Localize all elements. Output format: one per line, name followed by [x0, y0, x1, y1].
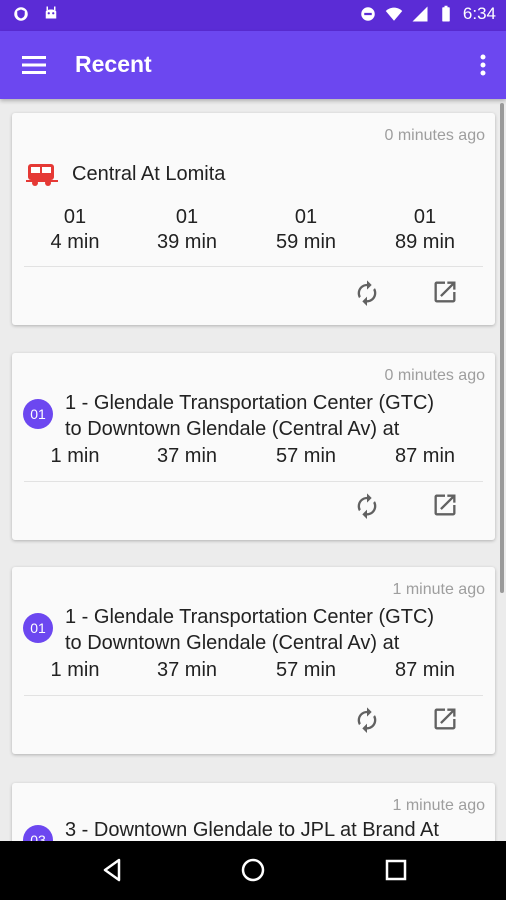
route-title-line2: to Downtown Glendale (Central Av) at — [65, 418, 400, 440]
navigation-bar — [0, 841, 506, 900]
stop-card[interactable]: 0 minutes ago Central At Lomita 01 4 min… — [12, 113, 495, 325]
battery-icon — [442, 5, 450, 22]
route-title-line1: 1 - Glendale Transportation Center (GTC) — [65, 392, 435, 414]
arrival-row: 01 4 min 01 39 min 01 59 min 01 89 min — [12, 205, 495, 259]
more-options-icon[interactable] — [476, 51, 490, 79]
route-title-line2: to Downtown Glendale (Central Av) at — [65, 632, 400, 654]
route-card[interactable]: 1 minute ago 01 1 - Glendale Transportat… — [12, 567, 495, 754]
arrival-row: 1 min 37 min 57 min 87 min — [12, 658, 495, 712]
stop-name: Central At Lomita — [72, 163, 226, 185]
divider — [24, 695, 483, 696]
arrival-row: 1 min 37 min 57 min 87 min — [12, 444, 495, 498]
arrival-item: 01 4 min — [25, 205, 125, 255]
route-title-line1: 1 - Glendale Transportation Center (GTC) — [65, 606, 435, 628]
divider — [24, 266, 483, 267]
refresh-icon[interactable] — [353, 491, 381, 519]
app-bar: Recent — [0, 31, 506, 99]
arrival-time: 57 min — [275, 659, 337, 681]
status-bar: 6:34 — [0, 0, 506, 31]
arrival-route: 01 — [63, 206, 87, 228]
arrival-route: 01 — [175, 206, 199, 228]
card-timestamp: 1 minute ago — [392, 581, 485, 598]
back-icon[interactable] — [97, 855, 127, 885]
route-card[interactable]: 1 minute ago 03 3 - Downtown Glendale to… — [12, 783, 495, 841]
arrival-time: 1 min — [50, 445, 100, 467]
open-external-icon[interactable] — [431, 278, 459, 306]
card-timestamp: 1 minute ago — [392, 797, 485, 814]
arrival-time: 39 min — [156, 231, 218, 253]
arrival-item: 01 59 min — [256, 205, 356, 255]
refresh-icon[interactable] — [353, 705, 381, 733]
do-not-disturb-icon — [361, 7, 375, 21]
bus-icon — [26, 164, 58, 186]
route-card[interactable]: 0 minutes ago 01 1 - Glendale Transporta… — [12, 353, 495, 540]
arrival-route: 01 — [413, 206, 437, 228]
home-icon[interactable] — [238, 855, 268, 885]
route-badge: 01 — [23, 613, 53, 643]
shield-icon — [14, 7, 28, 21]
page-title: Recent — [75, 51, 152, 77]
arrival-item: 01 39 min — [137, 205, 237, 255]
android-icon — [45, 6, 57, 19]
card-timestamp: 0 minutes ago — [384, 367, 485, 384]
arrival-time: 87 min — [394, 445, 456, 467]
refresh-icon[interactable] — [353, 278, 381, 306]
route-badge: 01 — [23, 399, 53, 429]
route-title-line1: 3 - Downtown Glendale to JPL at Brand At — [65, 819, 439, 841]
card-timestamp: 0 minutes ago — [384, 127, 485, 144]
recent-list[interactable]: 0 minutes ago Central At Lomita 01 4 min… — [0, 99, 506, 841]
open-external-icon[interactable] — [431, 705, 459, 733]
arrival-item: 01 89 min — [375, 205, 475, 255]
signal-icon — [412, 6, 428, 22]
arrival-time: 4 min — [50, 231, 100, 253]
status-time: 6:34 — [462, 4, 496, 23]
recents-icon[interactable] — [381, 855, 411, 885]
divider — [24, 481, 483, 482]
open-external-icon[interactable] — [431, 491, 459, 519]
wifi-icon — [385, 7, 403, 21]
menu-icon[interactable] — [20, 51, 50, 79]
arrival-time: 89 min — [394, 231, 456, 253]
arrival-time: 59 min — [275, 231, 337, 253]
arrival-time: 87 min — [394, 659, 456, 681]
arrival-time: 57 min — [275, 445, 337, 467]
scrollbar[interactable] — [500, 103, 504, 593]
route-badge: 03 — [23, 825, 53, 841]
arrival-time: 37 min — [156, 445, 218, 467]
arrival-time: 1 min — [50, 659, 100, 681]
arrival-route: 01 — [294, 206, 318, 228]
arrival-time: 37 min — [156, 659, 218, 681]
